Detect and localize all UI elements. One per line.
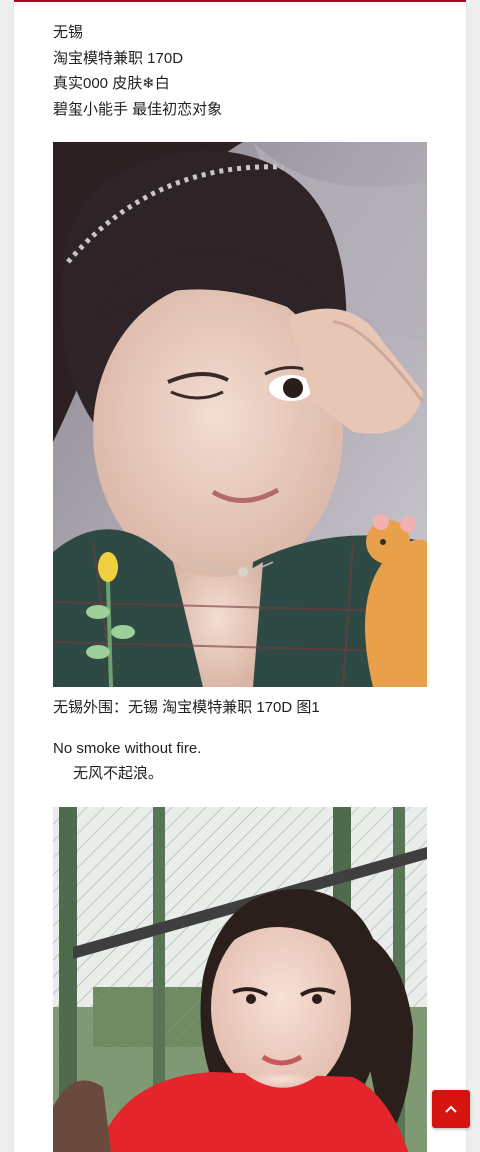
post-line-job: 淘宝模特兼职 170D bbox=[53, 49, 184, 67]
back-to-top-button[interactable] bbox=[432, 1090, 470, 1128]
chevron-up-icon bbox=[445, 1105, 457, 1113]
page: 无锡 淘宝模特兼职 170D 真实000 皮肤❄白 碧玺小能手 最佳初恋对象 无… bbox=[0, 0, 480, 1152]
outdoor-photo-art bbox=[53, 806, 427, 1152]
selfie-photo[interactable] bbox=[53, 142, 427, 687]
quote-chinese: 无风不起浪。 bbox=[73, 765, 164, 782]
quote-english: No smoke without fire. bbox=[53, 739, 202, 757]
post-line-city: 无锡 bbox=[53, 24, 84, 41]
outdoor-photo[interactable] bbox=[53, 806, 427, 1152]
post-line-tagline: 碧玺小能手 最佳初恋对象 bbox=[53, 100, 223, 118]
post-line-skin: 真实000 皮肤❄白 bbox=[53, 75, 170, 92]
post-content: 无锡 淘宝模特兼职 170D 真实000 皮肤❄白 碧玺小能手 最佳初恋对象 无… bbox=[53, 20, 427, 1152]
selfie-photo-art bbox=[53, 142, 427, 687]
photo-caption: 无锡外围：无锡 淘宝模特兼职 170D 图1 bbox=[53, 699, 320, 716]
